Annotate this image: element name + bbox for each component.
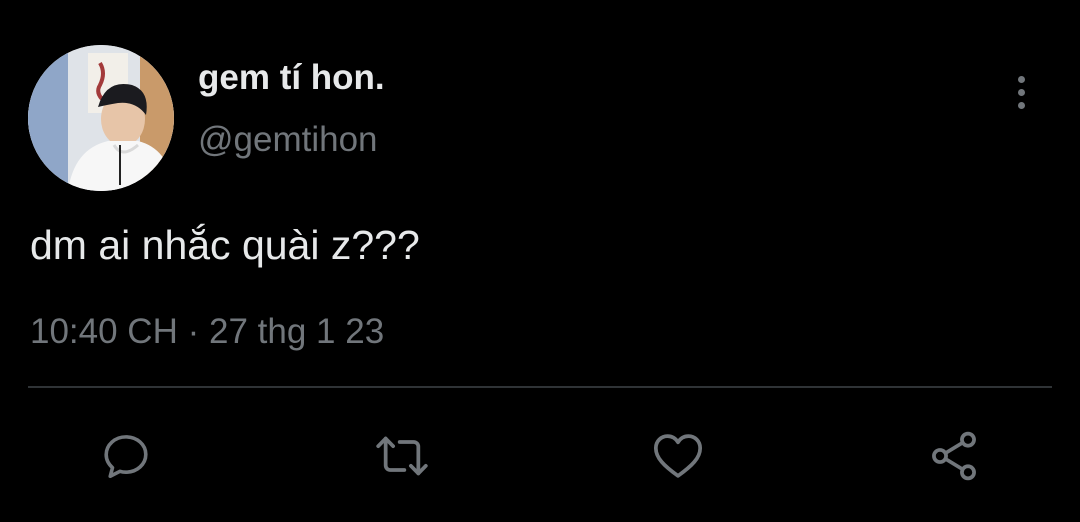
dot — [1017, 101, 1025, 109]
share-button[interactable] — [926, 428, 982, 484]
reply-button[interactable] — [98, 428, 154, 484]
like-icon — [653, 434, 703, 478]
more-options-icon[interactable] — [1004, 72, 1038, 112]
reply-icon — [104, 435, 148, 479]
retweet-icon — [376, 436, 428, 476]
tweet-time[interactable]: 10:40 CH — [30, 312, 178, 351]
tweet-detail: gem tí hon. @gemtihon dm ai nhắc quài z?… — [0, 0, 1080, 522]
user-handle[interactable]: @gemtihon — [198, 120, 378, 160]
share-icon — [932, 431, 976, 481]
avatar[interactable] — [28, 45, 174, 191]
meta-separator: · — [187, 312, 200, 351]
dot — [1017, 88, 1025, 96]
tweet-text: dm ai nhắc quài z??? — [30, 222, 420, 268]
avatar-photo — [28, 45, 174, 191]
divider — [28, 386, 1052, 388]
tweet-timestamp: 10:40 CH · 27 thg 1 23 — [30, 312, 384, 352]
display-name[interactable]: gem tí hon. — [198, 58, 385, 98]
retweet-button[interactable] — [374, 428, 430, 484]
dot — [1017, 75, 1025, 83]
like-button[interactable] — [650, 428, 706, 484]
tweet-date[interactable]: 27 thg 1 23 — [209, 312, 384, 351]
